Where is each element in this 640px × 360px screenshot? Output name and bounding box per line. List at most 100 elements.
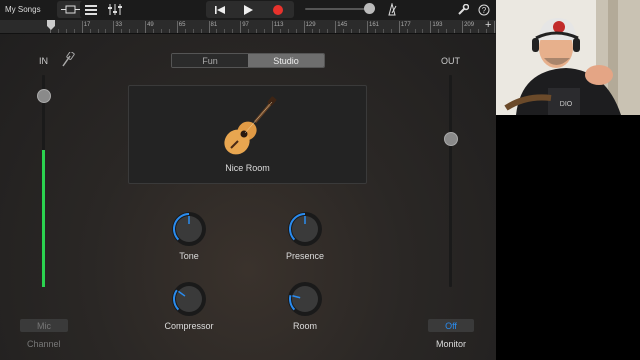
ruler-tick-label: 97	[242, 22, 249, 28]
ruler-subtick	[414, 29, 416, 33]
mode-fun[interactable]: Fun	[172, 54, 248, 67]
ruler-subtick	[168, 29, 170, 33]
ruler-subtick	[137, 29, 139, 33]
ruler-tick-label: 17	[83, 22, 91, 28]
knob-label: Compressor	[164, 321, 214, 331]
add-section-button[interactable]: +	[485, 19, 491, 31]
my-songs-button[interactable]: My Songs	[5, 5, 41, 14]
ruler-subtick	[422, 29, 424, 33]
input-cable-icon[interactable]	[61, 52, 75, 68]
ruler-subtick	[256, 29, 258, 33]
ruler-subtick	[327, 29, 329, 33]
knob-room[interactable]	[287, 281, 323, 317]
help-icon: ?	[478, 4, 490, 15]
ruler-subtick	[216, 29, 218, 33]
volume-slider-knob[interactable]	[364, 3, 375, 14]
ruler-subtick	[359, 29, 361, 33]
ruler-subtick	[477, 29, 479, 33]
input-level-knob[interactable]	[37, 89, 51, 104]
ruler-subtick	[374, 29, 376, 33]
ruler-tick	[240, 21, 242, 33]
ruler-subtick	[295, 29, 297, 33]
mixer-button[interactable]	[104, 1, 126, 18]
ruler-tick-label: 81	[210, 22, 218, 28]
webcam-overlay: DIO	[496, 0, 640, 115]
mode-studio[interactable]: Studio	[248, 54, 324, 67]
ruler-tick-label: 129	[305, 22, 316, 28]
ruler-tick	[335, 21, 337, 33]
ruler-subtick	[184, 29, 186, 33]
tracks-view-button[interactable]	[80, 1, 102, 18]
timeline-ruler[interactable]: 9173349658197113129145161177193209225 +	[0, 19, 496, 34]
ruler-tick	[176, 21, 178, 33]
settings-button[interactable]	[455, 2, 471, 17]
ruler-subtick	[153, 29, 155, 33]
ruler-subtick	[319, 29, 321, 33]
ruler-tick-label: 113	[273, 22, 284, 28]
metronome-button[interactable]	[383, 2, 401, 17]
record-button[interactable]	[266, 2, 290, 17]
ruler-subtick	[438, 29, 440, 33]
knob-presence[interactable]	[287, 211, 323, 247]
room-name: Nice Room	[225, 163, 270, 173]
metronome-icon	[388, 3, 397, 16]
acoustic-guitar-icon	[224, 96, 277, 155]
ruler-subtick	[105, 29, 107, 33]
ruler-subtick	[57, 29, 59, 33]
play-button[interactable]	[236, 2, 260, 17]
svg-text:?: ?	[482, 6, 487, 15]
ruler-subtick	[160, 29, 162, 33]
rewind-button[interactable]	[208, 2, 232, 17]
ruler-tick	[493, 21, 495, 33]
knob-label: Tone	[179, 251, 199, 261]
output-level-knob[interactable]	[444, 131, 458, 146]
ruler-tick	[208, 21, 210, 33]
input-label: IN	[39, 56, 48, 66]
channel-caption: Channel	[27, 339, 61, 349]
ruler-subtick	[382, 29, 384, 33]
ruler-tick	[462, 21, 464, 33]
ruler-subtick	[406, 29, 408, 33]
playhead-icon[interactable]	[47, 20, 55, 30]
knob-tone[interactable]	[171, 211, 207, 247]
knob-compressor[interactable]	[171, 281, 207, 317]
ruler-tick	[81, 21, 83, 33]
ruler-subtick	[192, 29, 194, 33]
ruler-subtick	[446, 29, 448, 33]
input-level-meter	[42, 150, 45, 287]
monitor-toggle-button[interactable]: Off	[428, 319, 474, 332]
ruler-subtick	[263, 29, 265, 33]
guitar-amp-app: My Songs ? 17 33 49 65 81 97 113 129 145…	[0, 0, 496, 360]
ruler-subtick	[89, 29, 91, 33]
ruler-subtick	[129, 29, 131, 33]
ruler-tick-label: 49	[147, 22, 154, 28]
monitor-caption: Monitor	[436, 339, 467, 349]
ruler-subtick	[279, 29, 281, 33]
ruler-subtick	[351, 29, 353, 33]
ruler-tick-label: 145	[337, 22, 348, 28]
ruler-subtick	[287, 29, 289, 33]
play-icon	[244, 4, 253, 15]
channel-mic-button[interactable]: Mic	[20, 319, 68, 332]
webcam-person-image: DIO	[496, 0, 640, 115]
wrench-icon	[458, 3, 469, 15]
ruler-tick-label: 65	[178, 22, 186, 28]
ruler-subtick	[121, 29, 123, 33]
output-label: OUT	[441, 56, 460, 66]
ruler-tick-label: 177	[400, 22, 411, 28]
ruler-subtick	[232, 29, 234, 33]
mixer-icon	[108, 4, 122, 15]
ruler-subtick	[97, 29, 99, 33]
output-level-track[interactable]	[449, 75, 452, 287]
ruler-subtick	[248, 29, 250, 33]
ruler-subtick	[311, 29, 313, 33]
ruler-tick-label: 209	[464, 22, 475, 28]
mode-switch[interactable]: Fun Studio	[171, 53, 325, 68]
ruler-tick	[303, 21, 305, 33]
ruler-tick	[430, 21, 432, 33]
help-button[interactable]: ?	[476, 2, 492, 17]
room-selector[interactable]: Nice Room	[128, 85, 367, 184]
ruler-subtick	[200, 29, 202, 33]
ruler-tick	[367, 21, 368, 33]
ruler-subtick	[73, 29, 75, 33]
